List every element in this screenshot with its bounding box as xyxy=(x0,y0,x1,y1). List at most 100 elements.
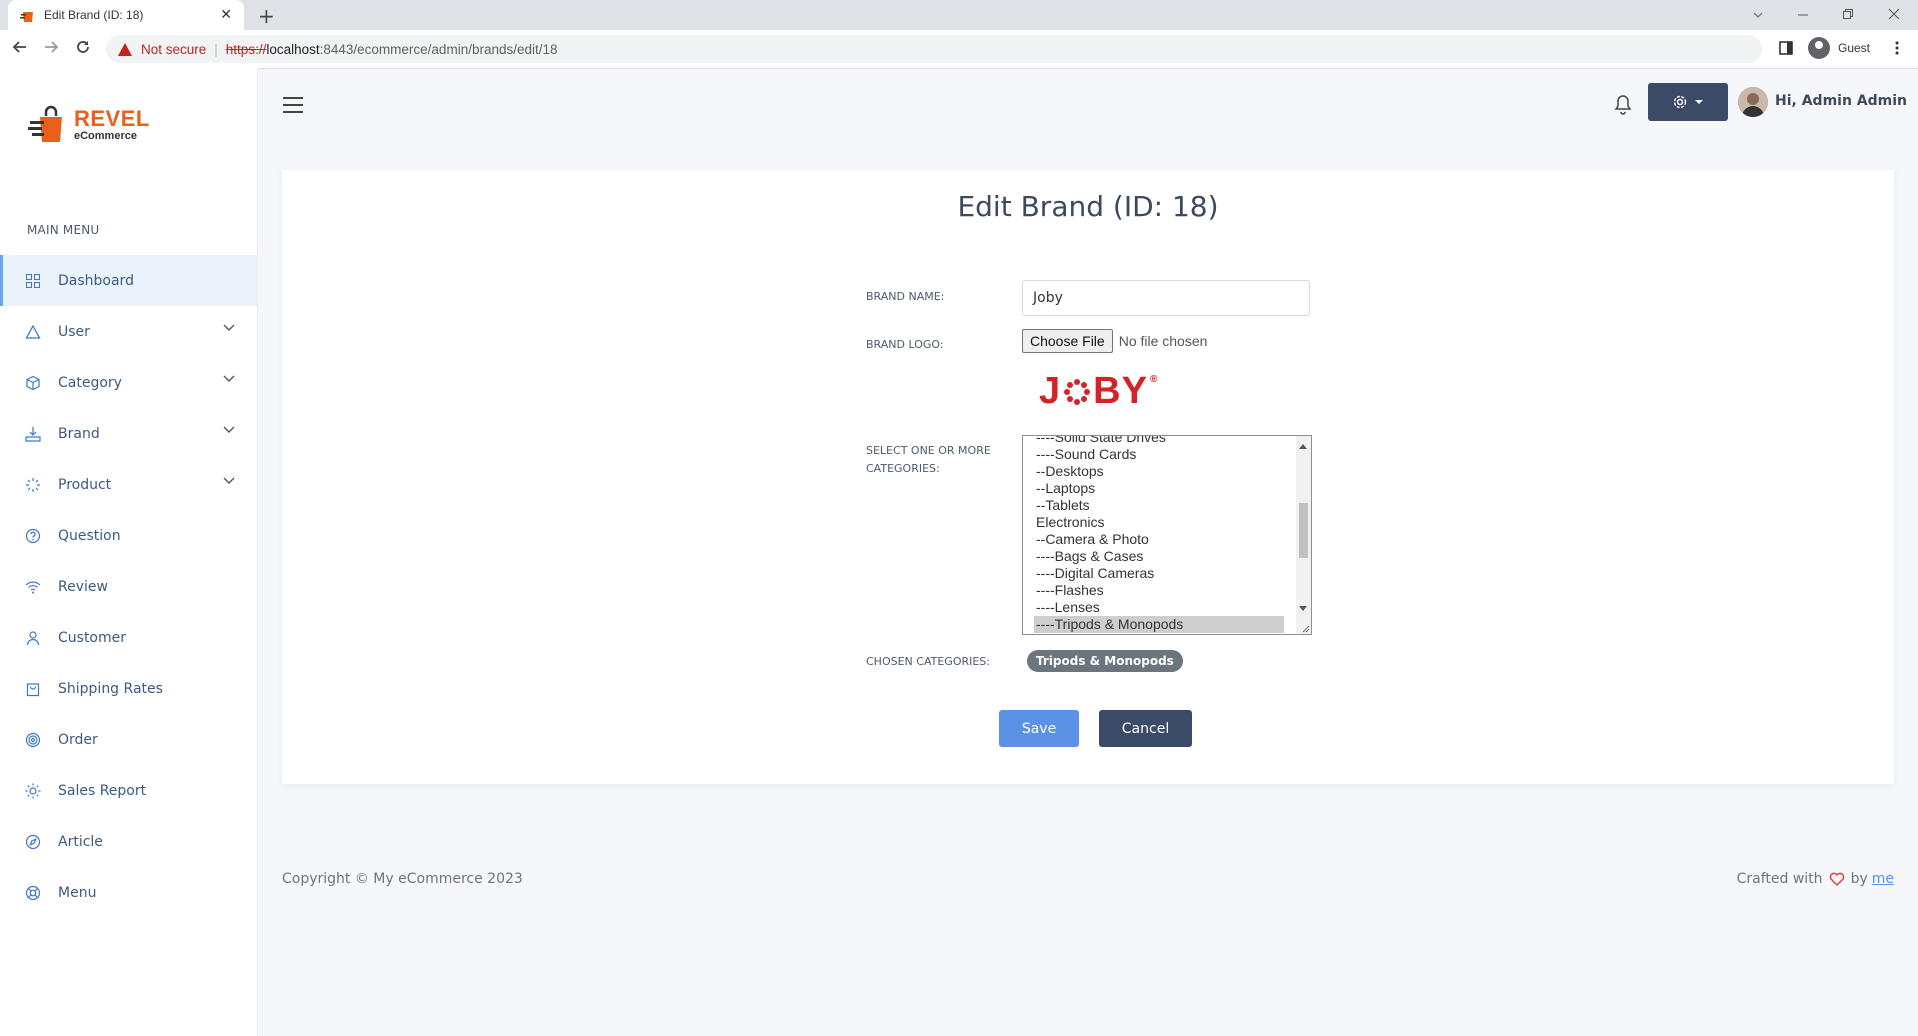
scroll-thumb[interactable] xyxy=(1299,503,1308,558)
category-option[interactable]: --Laptops xyxy=(1034,480,1284,497)
back-icon[interactable] xyxy=(11,38,29,56)
tab-title: Edit Brand (ID: 18) xyxy=(44,8,144,22)
sidebar-item-category[interactable]: Category xyxy=(0,357,257,408)
sidebar-item-review[interactable]: Review xyxy=(0,561,257,612)
sidebar-item-brand[interactable]: Brand xyxy=(0,408,257,459)
sidebar-item-shipping-rates[interactable]: Shipping Rates xyxy=(0,663,257,714)
not-secure-label: Not secure xyxy=(141,41,207,57)
logo-letters-by: BY xyxy=(1093,370,1148,412)
category-option[interactable]: ----Flashes xyxy=(1034,582,1284,599)
sidebar-item-menu[interactable]: Menu xyxy=(0,867,257,918)
wifi-icon xyxy=(25,581,41,593)
sidebar-item-order[interactable]: Order xyxy=(0,714,257,765)
address-bar[interactable]: Not secure | https:// localhost :8443/ec… xyxy=(106,35,1762,63)
cancel-button[interactable]: Cancel xyxy=(1099,710,1192,747)
category-option-selected[interactable]: ----Tripods & Monopods xyxy=(1034,616,1284,633)
category-option[interactable]: Electronics xyxy=(1034,514,1284,531)
bell-icon[interactable] xyxy=(1612,92,1634,116)
bag-icon xyxy=(26,682,40,696)
sidebar-item-product[interactable]: Product xyxy=(0,459,257,510)
category-option[interactable]: --Camera & Photo xyxy=(1034,531,1284,548)
brand-logo-file-input[interactable]: Choose File No file chosen xyxy=(1022,329,1207,353)
sidebar-item-question[interactable]: Question xyxy=(0,510,257,561)
sidepanel-icon[interactable] xyxy=(1778,40,1794,56)
brand-name-input[interactable]: Joby xyxy=(1022,280,1310,316)
close-window-icon[interactable] xyxy=(1888,8,1900,20)
sidebar-item-customer[interactable]: Customer xyxy=(0,612,257,663)
choose-file-button[interactable]: Choose File xyxy=(1022,329,1113,353)
scroll-down-icon[interactable] xyxy=(1299,606,1307,611)
by-text: by xyxy=(1850,871,1868,887)
sidebar-item-label: Shipping Rates xyxy=(58,680,163,697)
copyright-text: Copyright © My eCommerce 2023 xyxy=(282,871,523,887)
sidebar-item-user[interactable]: User xyxy=(0,306,257,357)
restore-icon[interactable] xyxy=(1842,8,1854,20)
sidebar-item-sales-report[interactable]: Sales Report xyxy=(0,765,257,816)
target-icon xyxy=(25,732,41,747)
sidebar-item-label: Dashboard xyxy=(58,272,134,289)
grid-icon xyxy=(26,273,40,288)
listbox-scrollbar[interactable] xyxy=(1296,436,1311,634)
sidebar: REVEL eCommerce MAIN MENU Dashboard User… xyxy=(0,68,258,1036)
sidebar-item-dashboard[interactable]: Dashboard xyxy=(0,255,257,306)
logo[interactable]: REVEL eCommerce xyxy=(28,104,150,146)
profile-avatar-icon[interactable] xyxy=(1808,37,1830,59)
url-host: localhost xyxy=(266,41,320,57)
scroll-up-icon[interactable] xyxy=(1299,444,1307,449)
site-favicon-icon xyxy=(20,12,33,22)
tab-search-icon[interactable] xyxy=(1752,9,1764,21)
browser-tab[interactable]: Edit Brand (ID: 18) ✕ xyxy=(8,0,244,30)
edit-brand-card: Edit Brand (ID: 18) BRAND NAME: Joby BRA… xyxy=(282,170,1894,784)
logo-letter-j: J xyxy=(1039,370,1062,412)
new-tab-button[interactable]: + xyxy=(258,4,275,28)
admin-avatar[interactable] xyxy=(1738,87,1768,117)
minimize-icon[interactable] xyxy=(1797,9,1809,21)
main-menu: Dashboard User Category Brand Product Qu… xyxy=(0,255,257,918)
tab-close-icon[interactable]: ✕ xyxy=(220,7,232,23)
admin-photo-icon xyxy=(1738,87,1768,117)
settings-dropdown-button[interactable] xyxy=(1648,83,1728,121)
admin-greeting[interactable]: Hi, Admin Admin xyxy=(1775,93,1907,109)
hamburger-menu-icon[interactable] xyxy=(283,97,303,113)
sidebar-item-label: Sales Report xyxy=(58,782,147,799)
sun-icon xyxy=(25,783,41,798)
file-status: No file chosen xyxy=(1118,333,1208,349)
category-option[interactable]: ----Sound Cards xyxy=(1034,446,1284,463)
joby-o-logo-icon xyxy=(1064,378,1091,405)
sidebar-item-label: Question xyxy=(58,527,121,544)
sidebar-item-label: Category xyxy=(58,374,122,391)
reload-icon[interactable] xyxy=(74,38,92,56)
category-option[interactable]: --Tablets xyxy=(1034,497,1284,514)
logo-name: REVEL xyxy=(74,106,150,131)
category-option[interactable]: ----Lenses xyxy=(1034,599,1284,616)
sidebar-item-label: Product xyxy=(58,476,112,493)
warning-icon xyxy=(118,42,132,56)
category-option[interactable]: ----Bags & Cases xyxy=(1034,548,1284,565)
category-option[interactable]: --Desktops xyxy=(1034,463,1284,480)
chevron-down-icon xyxy=(223,375,235,382)
sidebar-item-label: User xyxy=(58,323,90,340)
profile-label[interactable]: Guest xyxy=(1838,41,1870,55)
sidebar-item-article[interactable]: Article xyxy=(0,816,257,867)
resize-handle-icon[interactable] xyxy=(1300,623,1310,633)
category-option[interactable]: ----Digital Cameras xyxy=(1034,565,1284,582)
category-option[interactable]: ----Solid State Drives xyxy=(1034,436,1284,446)
chevron-down-icon xyxy=(223,477,235,484)
registered-mark: ® xyxy=(1149,374,1159,385)
sidebar-item-label: Review xyxy=(58,578,108,595)
url-path: :8443/ecommerce/admin/brands/edit/18 xyxy=(319,41,558,57)
user-icon xyxy=(26,630,40,645)
page-title: Edit Brand (ID: 18) xyxy=(957,190,1219,223)
sidebar-item-label: Brand xyxy=(58,425,100,442)
categories-listbox[interactable]: ----Solid State Drives ----Sound Cards -… xyxy=(1022,435,1312,635)
author-link[interactable]: me xyxy=(1872,871,1894,887)
chosen-categories-label: CHOSEN CATEGORIES: xyxy=(866,655,990,668)
chevron-down-icon xyxy=(223,426,235,433)
browser-menu-icon[interactable] xyxy=(1894,40,1900,56)
forward-icon[interactable] xyxy=(42,38,60,56)
save-button[interactable]: Save xyxy=(999,710,1079,747)
help-circle-icon xyxy=(25,528,41,543)
caret-down-icon xyxy=(1695,100,1703,104)
globe-icon xyxy=(25,885,41,900)
loader-icon xyxy=(26,477,40,492)
